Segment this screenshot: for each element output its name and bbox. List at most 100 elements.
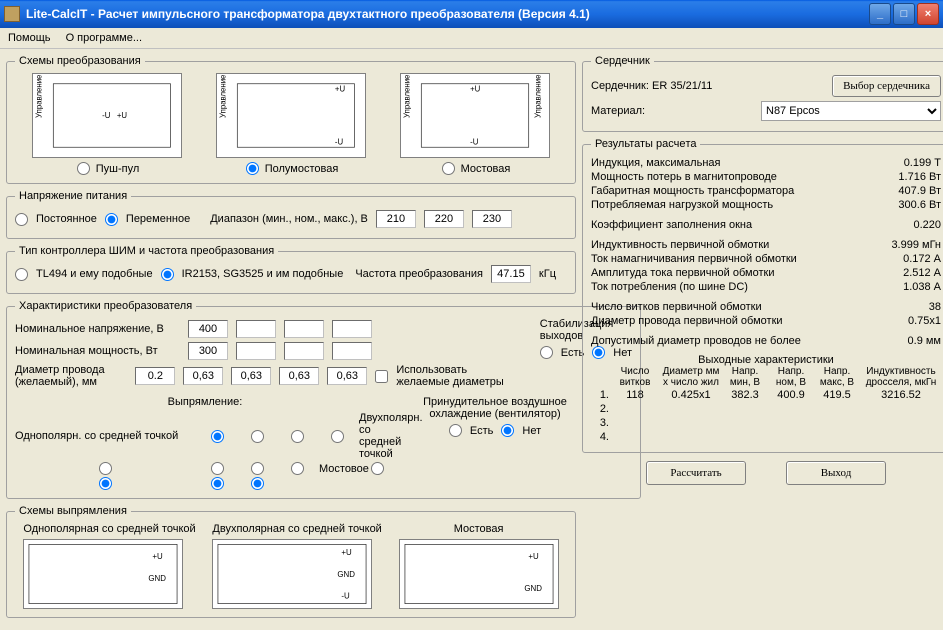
close-button[interactable]: × [917,3,939,25]
supply-group: Напряжение питания Постоянное Переменное… [6,190,576,239]
wire-dia-input-2[interactable] [231,367,271,385]
rect-r3-c4[interactable] [251,477,264,490]
schemes-legend: Схемы преобразования [15,55,145,67]
scheme-pushpull-diagram: Управление-U +U [32,73,182,158]
svg-text:+U: +U [335,85,346,94]
wire-dia-input-0[interactable] [135,367,175,385]
pwm-ir2153-label: IR2153, SG3525 и им подобные [182,268,344,280]
stab-yes-radio[interactable] [540,346,553,359]
output-header: Число витковДиаметр мм x число жилНапр. … [591,366,941,388]
scheme-halfbridge-radio[interactable] [246,162,259,175]
pwm-ir2153-radio[interactable] [161,268,174,281]
wire-dia-input-4[interactable] [327,367,367,385]
nom-voltage-input-1[interactable] [188,320,228,338]
nom-power-input-2[interactable] [236,342,276,360]
nom-voltage-input-3[interactable] [284,320,324,338]
supply-range-label: Диапазон (мин., ном., макс.), В [210,213,368,225]
nom-power-input-1[interactable] [188,342,228,360]
wire-dia-label: Диаметр провода (желаемый), мм [15,364,127,388]
supply-alt-radio[interactable] [105,213,118,226]
core-group: Сердечник Сердечник: ER 35/21/11 Выбор с… [582,55,943,132]
cool-no-label: Нет [522,425,541,437]
supply-vmin-input[interactable] [376,210,416,228]
menu-about[interactable]: О программе... [66,32,142,44]
res-r7-label: Ток намагничивания первичной обмотки [591,253,797,265]
wire-dia-input-3[interactable] [279,367,319,385]
core-select-button[interactable]: Выбор сердечника [832,75,941,97]
supply-const-label: Постоянное [36,213,97,225]
res-r2-value: 1.716 Вт [898,171,941,183]
svg-text:-U +U: -U +U [102,111,127,120]
rect-s2-label: Двухполярная со средней точкой [212,523,381,535]
rect-r1-c2[interactable] [251,430,264,443]
use-wanted-checkbox[interactable] [375,370,388,383]
supply-vnom-input[interactable] [424,210,464,228]
svg-text:-U: -U [342,592,351,601]
core-value: ER 35/21/11 [652,80,712,92]
rect-r3-c3[interactable] [211,477,224,490]
res-r1-value: 0.199 Т [904,157,941,169]
svg-text:Управление: Управление [533,75,542,118]
scheme-pushpull-radio[interactable] [77,162,90,175]
nom-voltage-input-2[interactable] [236,320,276,338]
cool-yes-label: Есть [470,425,493,437]
rect-r3-c2[interactable] [99,477,112,490]
res-r3-value: 407.9 Вт [898,185,941,197]
rect-r1-c3[interactable] [291,430,304,443]
svg-text:+U: +U [342,548,353,557]
nom-power-label: Номинальная мощность, Вт [15,345,180,357]
rect-unipolar-label: Однополярн. со средней точкой [15,430,195,442]
supply-const-radio[interactable] [15,213,28,226]
cool-legend: Принудительное воздушное охлаждение (вен… [415,396,575,420]
res-r5-value: 0.220 [913,219,941,231]
wire-dia-input-1[interactable] [183,367,223,385]
res-r7-value: 0.172 А [903,253,941,265]
minimize-button[interactable]: _ [869,3,891,25]
calculate-button[interactable]: Рассчитать [646,461,746,485]
supply-vmax-input[interactable] [472,210,512,228]
scheme-fullbridge-diagram: УправлениеУправление+U-U [400,73,550,158]
cool-no-radio[interactable] [501,424,514,437]
svg-text:GND: GND [149,574,167,583]
res-r12-label: Допустимый диаметр проводов не более [591,335,801,347]
material-select[interactable]: N87 Epcos [761,101,941,121]
res-r9-label: Ток потребления (по шине DC) [591,281,748,293]
rect-s1-label: Однополярная со средней точкой [23,523,195,535]
scheme-halfbridge-label: Полумостовая [265,163,339,175]
res-r8-label: Амплитуда тока первичной обмотки [591,267,774,279]
maximize-button[interactable]: □ [893,3,915,25]
nom-voltage-input-4[interactable] [332,320,372,338]
cool-yes-radio[interactable] [449,424,462,437]
res-r1-label: Индукция, максимальная [591,157,720,169]
rect-r2-c2[interactable] [211,462,224,475]
res-r10-label: Число витков первичной обмотки [591,301,762,313]
scheme-pushpull-label: Пуш-пул [96,163,140,175]
menubar: Помощь О программе... [0,28,943,49]
output-legend: Выходные характеристики [591,354,941,366]
pwm-freq-input[interactable] [491,265,531,283]
rect-s2-diagram: +UGND-U [212,539,372,609]
supply-legend: Напряжение питания [15,190,131,202]
svg-text:Управление: Управление [403,75,412,118]
rect-r3-c1[interactable] [371,462,384,475]
schemes-group: Схемы преобразования Управление-U +U Пуш… [6,55,576,184]
menu-help[interactable]: Помощь [8,32,51,44]
svg-text:Управление: Управление [219,75,228,118]
output-row-1: 1.1180.425x1382.3400.9419.53216.52 [591,388,941,402]
pwm-freq-label: Частота преобразования [355,268,483,280]
nom-power-input-4[interactable] [332,342,372,360]
scheme-fullbridge-radio[interactable] [442,162,455,175]
res-r11-label: Диаметр провода первичной обмотки [591,315,783,327]
rect-r2-c3[interactable] [251,462,264,475]
nom-power-input-3[interactable] [284,342,324,360]
rect-r2-c1[interactable] [99,462,112,475]
rect-r1-c4[interactable] [331,430,344,443]
pwm-tl494-radio[interactable] [15,268,28,281]
rect-r1-c1[interactable] [211,430,224,443]
exit-button[interactable]: Выход [786,461,886,485]
res-r4-value: 300.6 Вт [898,199,941,211]
rect-schemes-group: Схемы выпрямления Однополярная со средне… [6,505,576,618]
res-r5-label: Коэффициент заполнения окна [591,219,752,231]
res-r9-value: 1.038 А [903,281,941,293]
rect-r2-c4[interactable] [291,462,304,475]
